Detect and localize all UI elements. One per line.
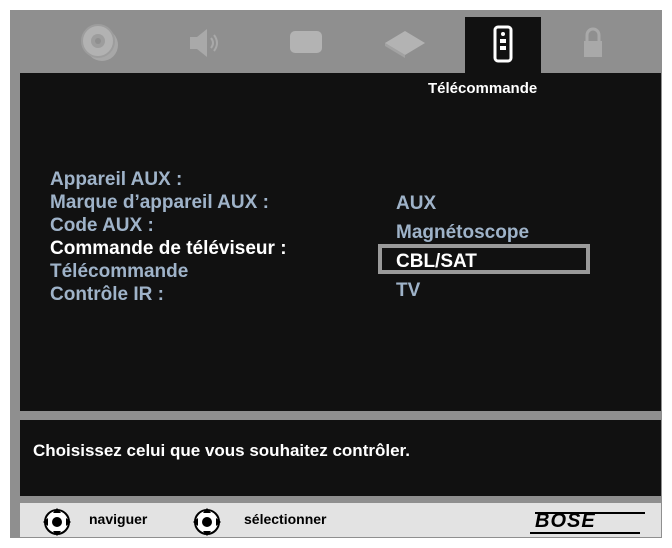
select-label: sélectionner xyxy=(244,511,327,527)
menu-item-aux-brand[interactable]: Marque d’appareil AUX : xyxy=(50,191,287,214)
brand-rule-bottom xyxy=(530,532,640,534)
menu-item-remote[interactable]: Télécommande xyxy=(50,260,287,283)
menu-item-ir-control[interactable]: Contrôle IR : xyxy=(50,283,287,306)
lock-icon xyxy=(584,27,602,57)
menu-item-tv-control[interactable]: Commande de téléviseur : xyxy=(50,237,287,260)
bose-logo: BOSE xyxy=(535,510,596,532)
menu-item-aux-code[interactable]: Code AUX : xyxy=(50,214,287,237)
menu-list: Appareil AUX : Marque d’appareil AUX : C… xyxy=(50,168,287,306)
tab-lock[interactable] xyxy=(563,14,623,72)
tab-device[interactable] xyxy=(375,14,435,72)
help-message: Choisissez celui que vous souhaitez cont… xyxy=(33,441,410,460)
tab-title: Télécommande xyxy=(428,80,538,97)
disc-icon xyxy=(81,24,118,61)
dpad-navigate-icon xyxy=(43,508,71,536)
remote-icon xyxy=(493,25,513,63)
display-icon xyxy=(290,31,322,53)
tab-sound[interactable] xyxy=(172,14,232,72)
tab-audio-source[interactable] xyxy=(70,14,130,72)
device-icon xyxy=(385,31,425,58)
tab-remote[interactable] xyxy=(465,17,541,73)
speaker-icon xyxy=(190,29,218,57)
options-list: AUX Magnétoscope CBL/SAT TV xyxy=(396,192,529,308)
dpad-select-icon xyxy=(193,508,221,536)
option-tv[interactable]: TV xyxy=(396,279,529,308)
option-vcr[interactable]: Magnétoscope xyxy=(396,221,529,250)
navigate-label: naviguer xyxy=(89,511,148,527)
menu-item-aux-device[interactable]: Appareil AUX : xyxy=(50,168,287,191)
tab-display[interactable] xyxy=(276,14,336,72)
option-cbl-sat[interactable]: CBL/SAT xyxy=(396,250,529,279)
option-aux[interactable]: AUX xyxy=(396,192,529,221)
